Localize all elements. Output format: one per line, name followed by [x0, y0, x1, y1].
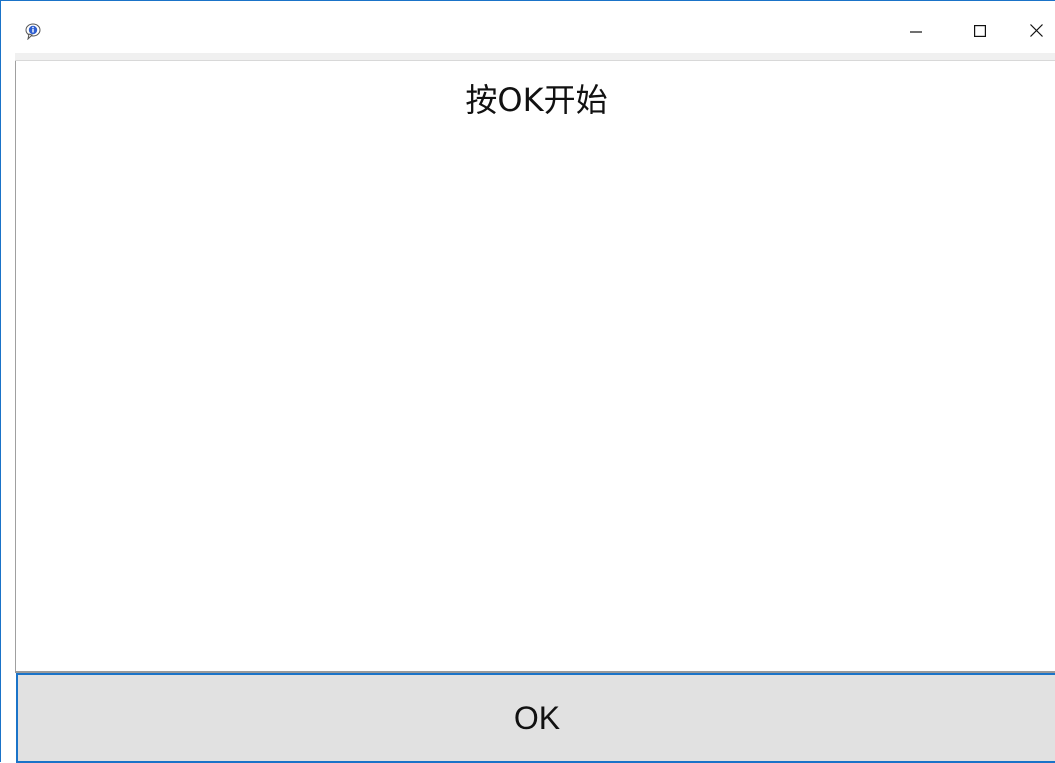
close-icon: [1029, 24, 1043, 42]
minimize-button[interactable]: [893, 16, 939, 50]
prompt-label: 按OK开始: [465, 81, 608, 119]
title-bar[interactable]: [1, 1, 1055, 53]
maximize-icon: [974, 24, 987, 42]
maximize-button[interactable]: [957, 16, 1003, 50]
close-button[interactable]: [1013, 16, 1055, 50]
content-area: 按OK开始: [15, 61, 1055, 671]
info-balloon-icon: [25, 23, 42, 41]
ok-button[interactable]: OK: [16, 673, 1055, 763]
minimize-icon: [910, 24, 922, 42]
app-window: 按OK开始 OK: [0, 0, 1055, 763]
menu-separator: [15, 53, 1055, 61]
